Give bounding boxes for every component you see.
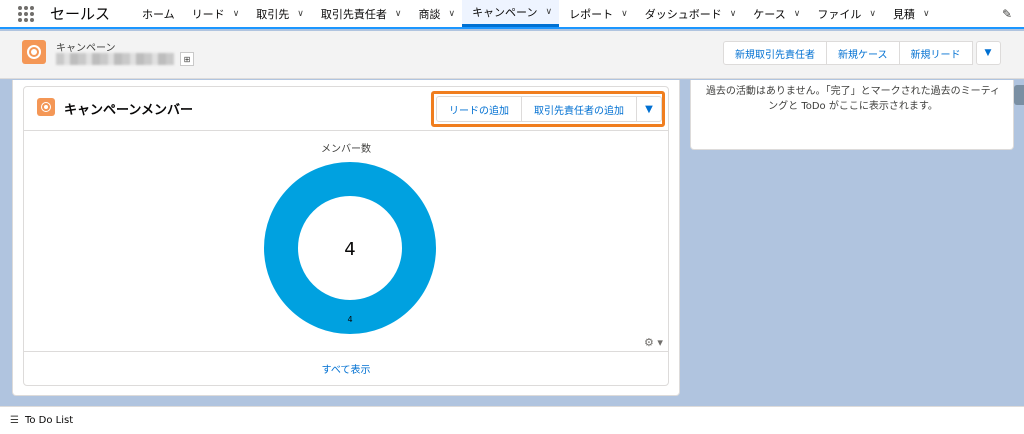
edit-nav-icon[interactable]: ✎	[1002, 7, 1012, 21]
donut-chart: 44	[264, 162, 436, 334]
add-contact-button[interactable]: 取引先責任者の追加	[521, 96, 637, 122]
nav-tab-label: リード	[191, 7, 225, 21]
nav-tab-4[interactable]: 商談 ∨	[408, 0, 462, 27]
new-lead-button[interactable]: 新規リード	[898, 41, 973, 65]
nav-tab-label: 見積	[892, 7, 915, 21]
activity-card: 過去の活動はありません。「完了」とマークされた過去のミーティングと ToDo が…	[690, 80, 1014, 150]
todo-list-button[interactable]: To Do List	[25, 415, 73, 426]
card-more-actions-button[interactable]: ▼	[636, 96, 662, 122]
related-list-container: キャンペーンメンバー リードの追加 取引先責任者の追加 ▼ メンバー数 44 ⚙…	[12, 80, 680, 396]
new-contact-button[interactable]: 新規取引先責任者	[723, 41, 827, 65]
record-action-group: 新規取引先責任者 新規ケース 新規リード ▼	[723, 41, 1001, 65]
app-name: セールス	[50, 5, 111, 23]
card-footer: すべて表示	[24, 351, 668, 385]
nav-tab-3[interactable]: 取引先責任者 ∨	[311, 0, 409, 27]
card-actions: リードの追加 取引先責任者の追加 ▼	[436, 96, 662, 122]
new-case-button[interactable]: 新規ケース	[826, 41, 900, 65]
nav-tab-10[interactable]: 見積 ∨	[883, 0, 937, 27]
campaign-member-icon	[37, 98, 55, 116]
side-panel-toggle[interactable]	[1014, 85, 1024, 105]
nav-tab-label: ファイル	[817, 7, 862, 21]
nav-tab-label: ダッシュボード	[644, 7, 722, 21]
hierarchy-icon[interactable]: ⊞	[180, 52, 194, 66]
card-title[interactable]: キャンペーンメンバー	[64, 99, 193, 118]
record-name-redacted	[56, 53, 174, 65]
nav-tab-label: 取引先責任者	[320, 7, 387, 21]
campaign-members-card: キャンペーンメンバー リードの追加 取引先責任者の追加 ▼ メンバー数 44 ⚙…	[23, 86, 669, 386]
chevron-down-icon[interactable]: ∨	[923, 9, 930, 19]
record-header: キャンペーン ⊞ 新規取引先責任者 新規ケース 新規リード ▼	[0, 31, 1024, 105]
activity-empty-text: 過去の活動はありません。「完了」とマークされた過去のミーティングと ToDo が…	[705, 86, 1001, 112]
nav-tab-0[interactable]: ホーム	[132, 0, 182, 27]
chart-title: メンバー数	[321, 144, 371, 155]
nav-tab-7[interactable]: ダッシュボード ∨	[635, 0, 744, 27]
nav-tab-6[interactable]: レポート ∨	[559, 0, 635, 27]
nav-tabs: ホーム リード ∨ 取引先 ∨ 取引先責任者 ∨ 商談 ∨ キャンペーン ∨ レポート ∨ ダッシュボード…	[132, 0, 937, 27]
nav-tab-label: ケース	[753, 7, 786, 21]
nav-tab-label: 取引先	[256, 7, 290, 21]
nav-tab-label: 商談	[418, 7, 441, 21]
nav-tab-8[interactable]: ケース ∨	[743, 0, 807, 27]
nav-tab-label: ホーム	[142, 7, 175, 21]
chevron-down-icon[interactable]: ∨	[395, 9, 402, 19]
chevron-down-icon[interactable]: ∨	[448, 9, 455, 19]
chevron-down-icon[interactable]: ∨	[730, 9, 737, 19]
add-lead-button[interactable]: リードの追加	[436, 96, 522, 122]
view-all-link[interactable]: すべて表示	[322, 361, 371, 376]
member-count-chart: メンバー数 44 ⚙ ▾	[24, 132, 668, 352]
campaign-icon	[22, 40, 46, 64]
slice-label: 4	[347, 315, 352, 324]
nav-tab-9[interactable]: ファイル ∨	[807, 0, 883, 27]
app-launcher-icon[interactable]	[18, 5, 34, 22]
chevron-down-icon[interactable]: ∨	[297, 9, 304, 19]
nav-tab-5[interactable]: キャンペーン ∨	[462, 0, 560, 27]
record-more-actions-button[interactable]: ▼	[975, 41, 1001, 65]
donut-center-total: 4	[344, 239, 355, 260]
chart-settings-icon[interactable]: ⚙ ▾	[644, 336, 663, 349]
todo-list-icon[interactable]: ☰	[10, 415, 19, 426]
chevron-down-icon[interactable]: ∨	[546, 7, 553, 17]
record-object-type: キャンペーン	[56, 43, 116, 54]
chevron-down-icon[interactable]: ∨	[869, 9, 876, 19]
chevron-down-icon[interactable]: ∨	[794, 9, 801, 19]
nav-tab-2[interactable]: 取引先 ∨	[246, 0, 311, 27]
nav-tab-1[interactable]: リード ∨	[182, 0, 247, 27]
card-header: キャンペーンメンバー リードの追加 取引先責任者の追加 ▼	[24, 87, 668, 131]
utility-bar: ☰ To Do List	[0, 406, 1024, 434]
chevron-down-icon[interactable]: ∨	[621, 9, 628, 19]
chevron-down-icon[interactable]: ∨	[233, 9, 240, 19]
nav-tab-label: キャンペーン	[472, 6, 538, 19]
nav-tab-label: レポート	[569, 7, 614, 21]
global-nav: セールス ホーム リード ∨ 取引先 ∨ 取引先責任者 ∨ 商談 ∨ キャンペーン ∨ レポート ∨ ダッ…	[0, 0, 1024, 29]
